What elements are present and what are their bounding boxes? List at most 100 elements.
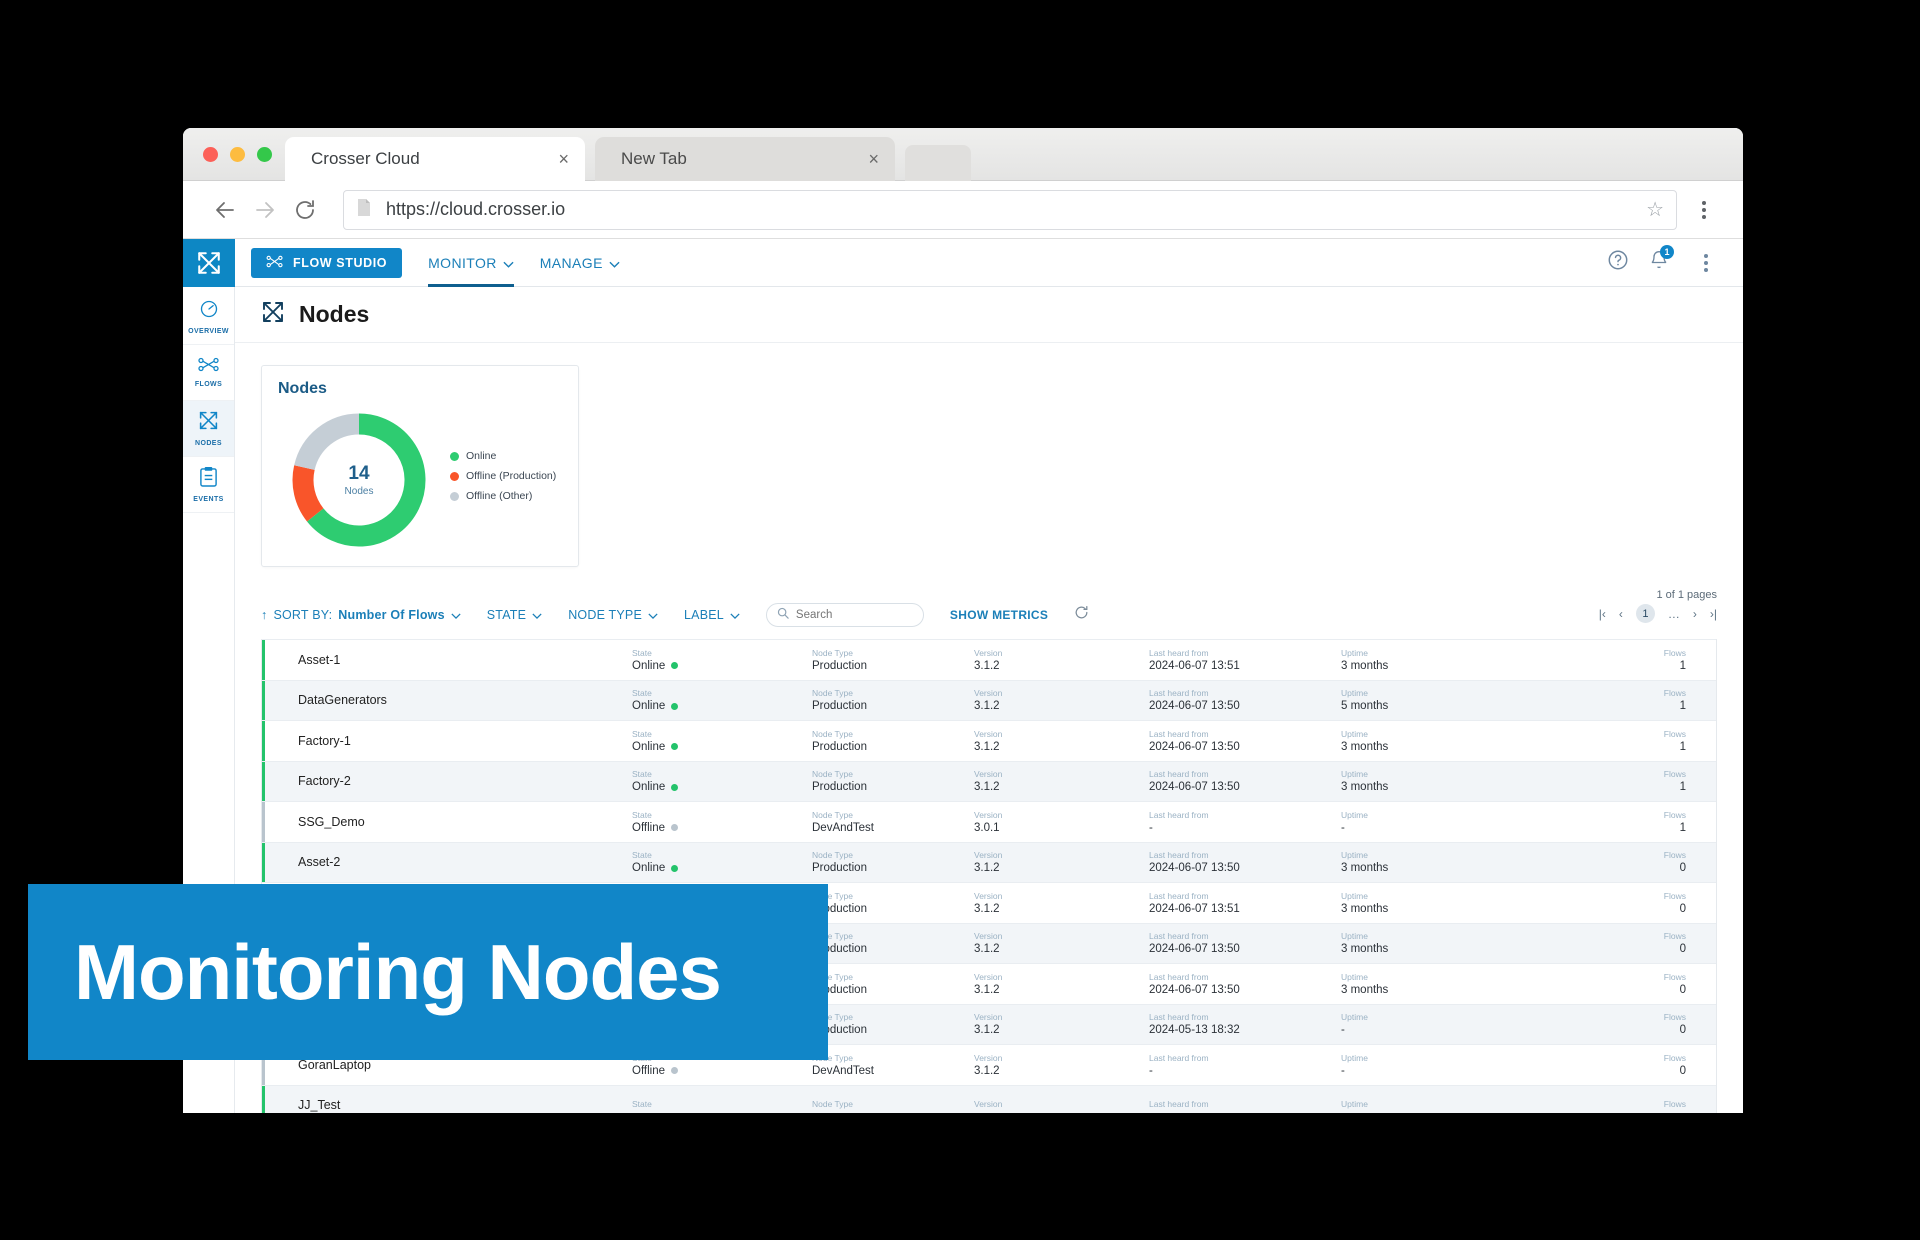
cell-value: 3.1.2 (974, 1024, 1000, 1037)
new-tab-button[interactable] (905, 145, 971, 181)
search-box[interactable] (765, 603, 924, 627)
minimize-window-button[interactable] (230, 147, 245, 162)
cell-header: State (632, 647, 652, 658)
cell-header: Node Type (812, 1012, 853, 1023)
refresh-icon[interactable] (1074, 605, 1089, 625)
sort-by-dropdown[interactable]: ↑ SORT BY: Number Of Flows (261, 608, 461, 622)
table-row[interactable]: Factory-2 State Online Node Type Production V… (262, 760, 1716, 802)
table-row[interactable]: Factory-1 State Online Node Type Production V… (262, 720, 1716, 761)
cell-value: - (1149, 821, 1153, 834)
bookmark-star-icon[interactable]: ☆ (1646, 197, 1664, 222)
legend-label: Online (466, 450, 497, 462)
cell-version: Version 3.1.2 (972, 721, 1147, 761)
status-dot (671, 743, 679, 751)
browser-tabstrip: Crosser Cloud × New Tab × (183, 128, 1743, 181)
cell-value: DevAndTest (812, 821, 875, 834)
cell-value: 1 (1679, 781, 1686, 794)
flow-studio-button[interactable]: FLOW STUDIO (251, 247, 403, 278)
cell-header: Version (974, 688, 1003, 699)
cell-header: Version (974, 809, 1003, 820)
help-icon[interactable] (1607, 249, 1629, 276)
vertical-dots-icon[interactable] (1689, 253, 1723, 272)
cell-last-heard: Last heard from 2024-06-07 13:51 (1147, 640, 1339, 680)
cell-header: Node Type (812, 1052, 853, 1063)
reload-icon[interactable] (285, 190, 325, 230)
table-row[interactable]: Asset-2 State Online Node Type Production Ver… (262, 841, 1716, 882)
cell-header: Last heard from (1149, 688, 1209, 699)
cell-last-heard: Last heard from 2024-06-07 13:51 (1147, 883, 1339, 923)
cell-header: Last heard from (1149, 850, 1209, 861)
flow-graph-icon (197, 357, 220, 377)
cell-version: Version 3.1.2 (972, 1045, 1147, 1085)
table-row[interactable]: Asset-1 State Online Node Type Production Ver… (262, 639, 1716, 680)
tab-close-icon[interactable]: × (868, 150, 879, 168)
pagination-first-button[interactable]: |‹ (1599, 607, 1606, 621)
cell-value: 0 (1679, 902, 1686, 915)
sidebar-item-events[interactable]: EVENTS (183, 457, 234, 513)
cell-flows: Flows (1513, 1086, 1716, 1114)
tab-close-icon[interactable]: × (558, 150, 569, 168)
cell-header: Flows (1663, 728, 1686, 739)
pagination-current-page[interactable]: 1 (1635, 604, 1655, 623)
page-title: Nodes (299, 301, 370, 327)
cell-node-type: Node Type DevAndTest (810, 802, 972, 842)
cell-version: Version 3.1.2 (972, 762, 1147, 802)
status-dot (671, 702, 679, 710)
cell-value: 5 months (1341, 700, 1389, 713)
cell-last-heard: Last heard from 2024-06-07 13:50 (1147, 924, 1339, 964)
clipboard-icon (199, 466, 218, 492)
search-icon (777, 606, 789, 624)
cell-uptime: Uptime 3 months (1339, 762, 1513, 802)
cell-value: 3.1.2 (974, 983, 1000, 996)
cell-node-type: Node Type Production (810, 1005, 972, 1045)
close-window-button[interactable] (203, 147, 218, 162)
cell-header: Version (974, 647, 1003, 658)
cell-last-heard: Last heard from 2024-06-07 13:50 (1147, 721, 1339, 761)
table-row[interactable]: SSG_Demo State Offline Node Type DevAndTest V… (262, 801, 1716, 842)
cell-header: Node Type (812, 809, 853, 820)
back-arrow-icon[interactable] (205, 190, 245, 230)
cell-node-type: Node Type Production (810, 762, 972, 802)
cell-uptime: Uptime 3 months (1339, 883, 1513, 923)
cell-value: 1 (1679, 740, 1686, 753)
maximize-window-button[interactable] (257, 147, 272, 162)
search-input[interactable] (795, 609, 913, 621)
cell-node-name: Factory-2 (262, 762, 630, 802)
crosser-logo-icon[interactable] (183, 238, 235, 287)
browser-tab-active[interactable]: Crosser Cloud × (285, 137, 585, 181)
cell-value: Online (632, 660, 810, 672)
cell-value: - (1149, 1064, 1153, 1077)
state-filter-dropdown[interactable]: STATE (487, 608, 542, 622)
cell-state: State Online (630, 681, 810, 721)
sidebar-item-overview[interactable]: OVERVIEW (183, 289, 234, 345)
cell-header: Flows (1663, 890, 1686, 901)
cell-header: Last heard from (1149, 809, 1209, 820)
node-name: Factory-1 (298, 733, 351, 748)
pagination-last-button[interactable]: ›| (1710, 607, 1717, 621)
show-metrics-button[interactable]: SHOW METRICS (950, 608, 1048, 622)
cell-header: Last heard from (1149, 890, 1209, 901)
cell-node-name: SSG_Demo (262, 802, 630, 842)
cell-value: Online (632, 741, 810, 753)
cell-header: Last heard from (1149, 769, 1209, 780)
cell-flows: Flows 0 (1513, 883, 1716, 923)
sidebar-item-nodes[interactable]: NODES (183, 401, 234, 457)
label-filter-dropdown[interactable]: LABEL (684, 608, 740, 622)
nodes-summary-card: Nodes 14 Nodes Online Offline (Productio… (261, 365, 579, 567)
table-row[interactable]: JJ_Test State Node Type Version Last heard f… (262, 1084, 1716, 1114)
notifications-button[interactable]: 1 (1649, 245, 1674, 276)
browser-menu-icon[interactable] (1687, 200, 1721, 219)
nav-monitor[interactable]: MONITOR (428, 239, 514, 287)
cell-header: Version (974, 1012, 1003, 1023)
table-row[interactable]: DataGenerators State Online Node Type Produc… (262, 679, 1716, 721)
state-filter-label: STATE (486, 608, 527, 622)
browser-tab-new[interactable]: New Tab × (595, 137, 895, 181)
pagination-prev-button[interactable]: ‹ (1619, 607, 1623, 621)
pagination-next-button[interactable]: › (1693, 607, 1697, 621)
address-bar[interactable]: https://cloud.crosser.io ☆ (343, 189, 1677, 230)
cell-value: 2024-06-07 13:50 (1149, 740, 1240, 753)
cell-uptime: Uptime - (1339, 1045, 1513, 1085)
node-type-filter-dropdown[interactable]: NODE TYPE (568, 608, 658, 622)
sidebar-item-flows[interactable]: FLOWS (183, 345, 234, 401)
nav-manage[interactable]: MANAGE (540, 239, 620, 287)
